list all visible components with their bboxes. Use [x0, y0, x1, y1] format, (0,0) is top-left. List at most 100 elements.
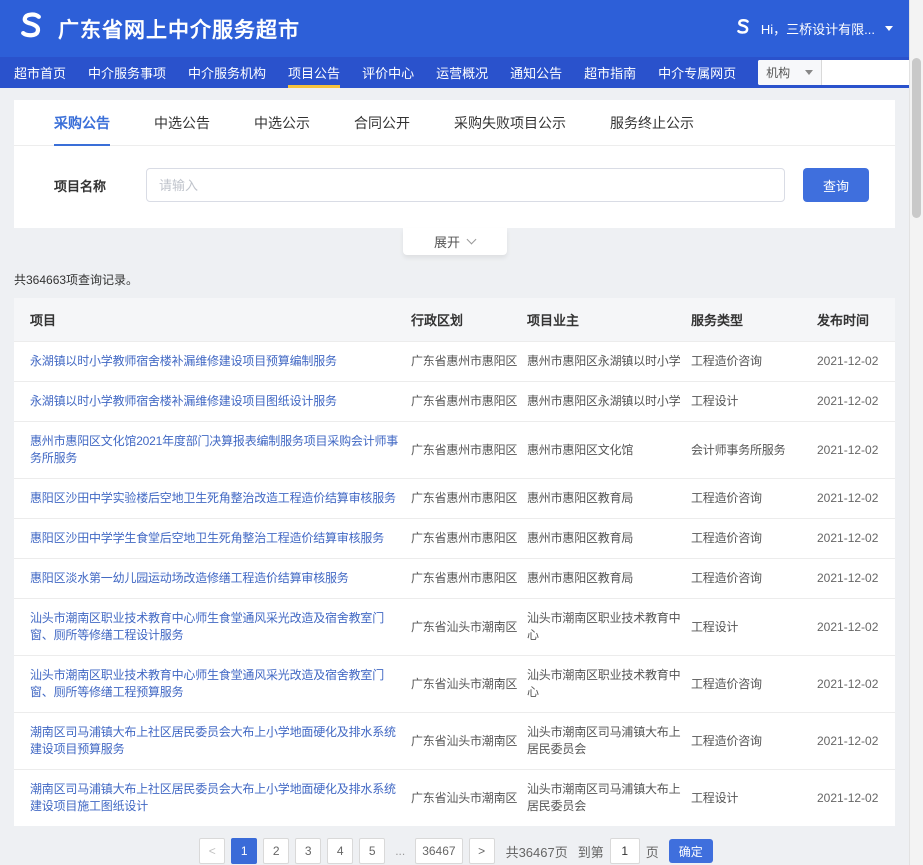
owner-cell: 惠州市惠阳区永湖镇以时小学	[527, 342, 691, 382]
nav-item-evaluation-center[interactable]: 评价中心	[362, 57, 414, 88]
type-cell: 工程造价咨询	[691, 479, 817, 519]
region-cell: 广东省惠州市惠阳区	[411, 519, 527, 559]
type-cell: 工程造价咨询	[691, 656, 817, 713]
total-pages-text: 共36467页	[506, 842, 568, 861]
project-link[interactable]: 潮南区司马浦镇大布上社区居民委员会大布上小学地面硬化及排水系统建设项目施工图纸设…	[30, 782, 396, 813]
page-button-4[interactable]: 4	[327, 838, 353, 864]
chevron-down-icon	[885, 26, 893, 31]
result-summary: 共364663项查询记录。	[14, 271, 895, 288]
page: 广东省网上中介服务超市 Hi，三桥设计有限... 超市首页 中介服务事项 中介服…	[0, 0, 909, 864]
logo-title: 广东省网上中介服务超市	[14, 9, 300, 48]
confirm-button[interactable]: 确定	[669, 839, 713, 863]
region-cell: 广东省汕头市潮南区	[411, 713, 527, 770]
nav-item-home[interactable]: 超市首页	[14, 57, 66, 88]
nav-item-agencies[interactable]: 中介服务机构	[188, 57, 266, 88]
filter-card: 采购公告 中选公告 中选公示 合同公开 采购失败项目公示 服务终止公示 项目名称…	[14, 100, 895, 228]
type-cell: 工程设计	[691, 770, 817, 827]
project-link[interactable]: 永湖镇以时小学教师宿舍楼补漏维修建设项目图纸设计服务	[30, 394, 337, 408]
goto-page-input[interactable]	[610, 838, 640, 864]
table-header-row: 项目 行政区划 项目业主 服务类型 发布时间	[14, 298, 895, 342]
page-button-last[interactable]: 36467	[415, 838, 462, 864]
type-cell: 工程造价咨询	[691, 713, 817, 770]
type-cell: 会计师事务所服务	[691, 422, 817, 479]
date-cell: 2021-12-02	[817, 599, 895, 656]
date-cell: 2021-12-02	[817, 713, 895, 770]
project-link[interactable]: 惠阳区淡水第一幼儿园运动场改造修缮工程造价结算审核服务	[30, 571, 349, 585]
expand-button[interactable]: 展开	[403, 228, 507, 255]
project-link[interactable]: 惠州市惠阳区文化馆2021年度部门决算报表编制服务项目采购会计师事务所服务	[30, 434, 398, 465]
search-category-value: 机构	[766, 64, 790, 81]
tab-selection-publicity[interactable]: 中选公示	[254, 100, 310, 145]
table-row: 惠阳区沙田中学实验楼后空地卫生死角整治改造工程造价结算审核服务 广东省惠州市惠阳…	[14, 479, 895, 519]
col-header-date: 发布时间	[817, 298, 895, 342]
global-search-input[interactable]	[822, 60, 923, 85]
owner-cell: 惠州市惠阳区教育局	[527, 519, 691, 559]
filter-form: 项目名称 查询	[14, 146, 895, 228]
project-link[interactable]: 汕头市潮南区职业技术教育中心师生食堂通风采光改造及宿舍教室门窗、厕所等修缮工程设…	[30, 611, 384, 642]
col-header-project: 项目	[14, 298, 411, 342]
user-logo-icon	[733, 17, 753, 40]
owner-cell: 惠州市惠阳区文化馆	[527, 422, 691, 479]
user-menu[interactable]: Hi，三桥设计有限...	[733, 17, 893, 40]
date-cell: 2021-12-02	[817, 519, 895, 559]
owner-cell: 汕头市潮南区司马浦镇大布上居民委员会	[527, 713, 691, 770]
query-button[interactable]: 查询	[803, 168, 869, 202]
results-table-card: 项目 行政区划 项目业主 服务类型 发布时间 永湖镇以时小学教师宿舍楼补漏维修建…	[14, 298, 895, 826]
table-row: 潮南区司马浦镇大布上社区居民委员会大布上小学地面硬化及排水系统建设项目施工图纸设…	[14, 770, 895, 827]
date-cell: 2021-12-02	[817, 479, 895, 519]
project-link[interactable]: 潮南区司马浦镇大布上社区居民委员会大布上小学地面硬化及排水系统建设项目预算服务	[30, 725, 396, 756]
user-greeting: Hi，三桥设计有限...	[761, 19, 875, 38]
tab-selection-announcement[interactable]: 中选公告	[154, 100, 210, 145]
goto-suffix: 页	[646, 842, 659, 861]
type-cell: 工程设计	[691, 599, 817, 656]
table-row: 汕头市潮南区职业技术教育中心师生食堂通风采光改造及宿舍教室门窗、厕所等修缮工程设…	[14, 599, 895, 656]
project-name-input[interactable]	[146, 168, 785, 202]
nav-item-agency-page[interactable]: 中介专属网页	[658, 57, 736, 88]
region-cell: 广东省惠州市惠阳区	[411, 382, 527, 422]
owner-cell: 惠州市惠阳区教育局	[527, 479, 691, 519]
nav-item-operation-overview[interactable]: 运营概况	[436, 57, 488, 88]
chevron-down-icon	[467, 235, 477, 245]
scrollbar-thumb[interactable]	[912, 58, 921, 218]
table-row: 永湖镇以时小学教师宿舍楼补漏维修建设项目预算编制服务 广东省惠州市惠阳区 惠州市…	[14, 342, 895, 382]
tab-failed-projects[interactable]: 采购失败项目公示	[454, 100, 566, 145]
chevron-down-icon	[805, 70, 813, 75]
type-cell: 工程造价咨询	[691, 342, 817, 382]
owner-cell: 汕头市潮南区职业技术教育中心	[527, 599, 691, 656]
project-link[interactable]: 惠阳区沙田中学学生食堂后空地卫生死角整治工程造价结算审核服务	[30, 531, 384, 545]
date-cell: 2021-12-02	[817, 382, 895, 422]
page-button-1[interactable]: 1	[231, 838, 257, 864]
nav-item-project-announcements[interactable]: 项目公告	[288, 57, 340, 88]
tab-procurement-announcement[interactable]: 采购公告	[54, 100, 110, 145]
table-row: 潮南区司马浦镇大布上社区居民委员会大布上小学地面硬化及排水系统建设项目预算服务 …	[14, 713, 895, 770]
main-nav: 超市首页 中介服务事项 中介服务机构 项目公告 评价中心 运营概况 通知公告 超…	[0, 57, 909, 88]
page-ellipsis: ...	[391, 844, 409, 858]
region-cell: 广东省惠州市惠阳区	[411, 479, 527, 519]
pagination: < 1 2 3 4 5 ... 36467 > 共36467页 到第 页 确定	[0, 838, 909, 864]
project-link[interactable]: 汕头市潮南区职业技术教育中心师生食堂通风采光改造及宿舍教室门窗、厕所等修缮工程预…	[30, 668, 384, 699]
table-row: 汕头市潮南区职业技术教育中心师生食堂通风采光改造及宿舍教室门窗、厕所等修缮工程预…	[14, 656, 895, 713]
owner-cell: 惠州市惠阳区永湖镇以时小学	[527, 382, 691, 422]
prev-page-button[interactable]: <	[199, 838, 225, 864]
nav-item-notices[interactable]: 通知公告	[510, 57, 562, 88]
project-link[interactable]: 永湖镇以时小学教师宿舍楼补漏维修建设项目预算编制服务	[30, 354, 337, 368]
date-cell: 2021-12-02	[817, 656, 895, 713]
nav-search: 机构	[758, 57, 923, 88]
type-cell: 工程造价咨询	[691, 559, 817, 599]
project-link[interactable]: 惠阳区沙田中学实验楼后空地卫生死角整治改造工程造价结算审核服务	[30, 491, 396, 505]
col-header-type: 服务类型	[691, 298, 817, 342]
nav-item-guide[interactable]: 超市指南	[584, 57, 636, 88]
search-category-select[interactable]: 机构	[758, 60, 822, 85]
tab-contract-publicity[interactable]: 合同公开	[354, 100, 410, 145]
col-header-owner: 项目业主	[527, 298, 691, 342]
date-cell: 2021-12-02	[817, 422, 895, 479]
region-cell: 广东省惠州市惠阳区	[411, 422, 527, 479]
page-button-5[interactable]: 5	[359, 838, 385, 864]
page-button-2[interactable]: 2	[263, 838, 289, 864]
tab-service-termination[interactable]: 服务终止公示	[610, 100, 694, 145]
nav-item-service-items[interactable]: 中介服务事项	[88, 57, 166, 88]
scrollbar-track[interactable]	[909, 0, 923, 865]
next-page-button[interactable]: >	[469, 838, 495, 864]
search-group: 机构	[758, 60, 923, 85]
page-button-3[interactable]: 3	[295, 838, 321, 864]
